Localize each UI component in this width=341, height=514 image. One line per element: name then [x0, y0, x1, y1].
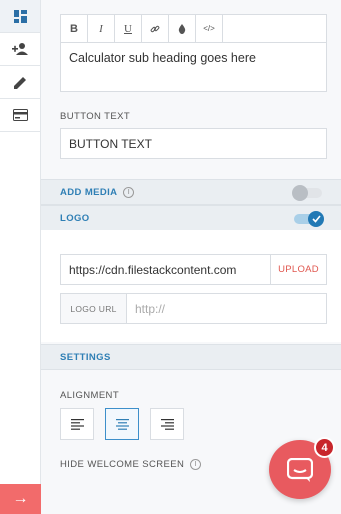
align-left-button[interactable] — [60, 408, 94, 440]
arrow-right-icon: → — [12, 490, 29, 507]
align-right-button[interactable] — [150, 408, 184, 440]
info-icon[interactable]: i — [123, 186, 135, 198]
add-media-toggle[interactable] — [292, 185, 322, 201]
align-left-icon — [70, 418, 84, 430]
logo-upload-row: https://cdn.filestackcontent.com UPLOAD — [60, 254, 327, 285]
button-text-input[interactable]: BUTTON TEXT — [60, 128, 327, 159]
upload-button[interactable]: UPLOAD — [270, 255, 326, 284]
logo-file-url[interactable]: https://cdn.filestackcontent.com — [61, 255, 270, 284]
logo-label: LOGO — [60, 212, 90, 224]
alignment-group — [60, 408, 184, 440]
logo-url-input[interactable]: http:// — [127, 294, 326, 323]
left-rail: → — [0, 0, 41, 514]
underline-button[interactable]: U — [115, 15, 142, 42]
dashboard-icon — [13, 9, 27, 23]
settings-bar: SETTINGS — [41, 344, 341, 370]
info-icon[interactable]: i — [190, 459, 202, 470]
notification-badge: 4 — [314, 437, 335, 458]
pencil-icon — [13, 76, 26, 89]
logo-bar: LOGO — [41, 205, 341, 231]
editor-content[interactable]: Calculator sub heading goes here — [61, 43, 326, 73]
align-center-button[interactable] — [105, 408, 139, 440]
settings-panel: B I U </> Calculator sub heading goes he… — [41, 0, 341, 514]
add-media-bar: ADD MEDIA i — [41, 179, 341, 205]
hide-welcome-text: HIDE WELCOME SCREEN — [60, 459, 185, 470]
editor-toolbar: B I U </> — [61, 15, 326, 43]
code-button[interactable]: </> — [196, 15, 223, 42]
settings-label: SETTINGS — [60, 351, 111, 363]
logo-url-prefix: LOGO URL — [61, 294, 127, 323]
toggle-knob — [292, 185, 308, 201]
rail-item-dashboard[interactable] — [0, 0, 40, 33]
chat-bubble-icon — [287, 457, 313, 482]
bold-button[interactable]: B — [61, 15, 88, 42]
credit-card-icon — [12, 109, 28, 121]
rail-next-button[interactable]: → — [0, 484, 41, 514]
add-media-label: ADD MEDIA — [60, 186, 118, 198]
logo-fields: https://cdn.filestackcontent.com UPLOAD … — [41, 230, 341, 342]
ink-drop-icon — [178, 23, 186, 34]
rail-item-edit[interactable] — [0, 66, 40, 99]
subheading-editor[interactable]: B I U </> Calculator sub heading goes he… — [60, 14, 327, 92]
check-icon — [311, 215, 321, 223]
align-center-icon — [115, 418, 129, 430]
toggle-knob — [308, 211, 324, 227]
link-button[interactable] — [142, 15, 169, 42]
link-icon — [150, 25, 160, 32]
color-button[interactable] — [169, 15, 196, 42]
add-user-icon — [12, 43, 28, 55]
align-right-icon — [160, 418, 174, 430]
alignment-label: ALIGNMENT — [60, 390, 120, 401]
italic-button[interactable]: I — [88, 15, 115, 42]
button-text-label: BUTTON TEXT — [60, 111, 131, 122]
logo-url-row: LOGO URL http:// — [60, 293, 327, 324]
rail-item-billing[interactable] — [0, 99, 40, 132]
hide-welcome-label: HIDE WELCOME SCREEN i — [60, 459, 202, 470]
logo-toggle[interactable] — [294, 211, 324, 227]
rail-item-users[interactable] — [0, 33, 40, 66]
